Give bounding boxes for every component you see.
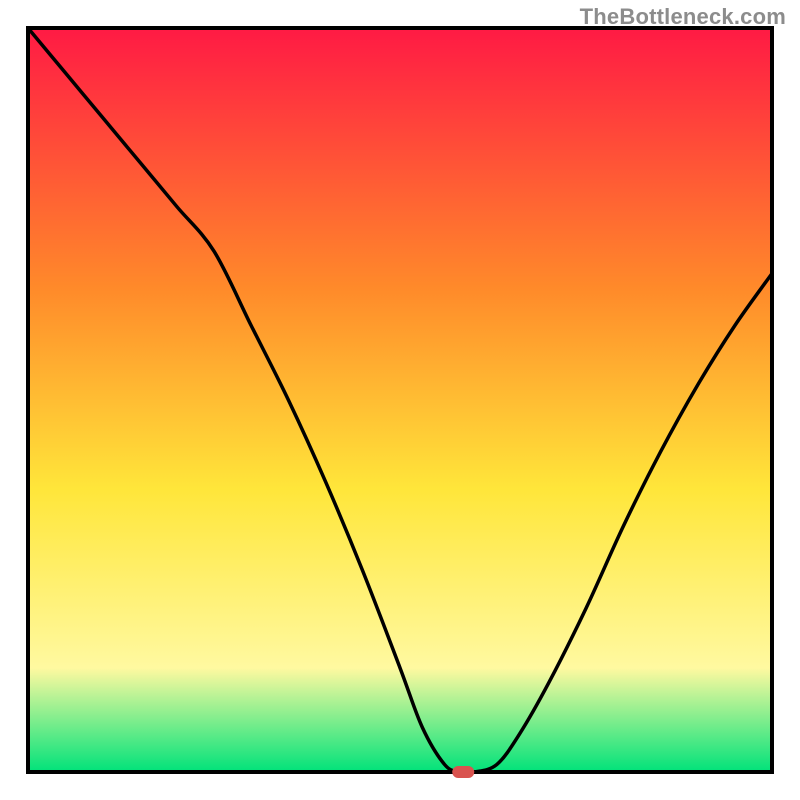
plot-background — [28, 28, 772, 772]
optimal-marker — [452, 766, 474, 778]
chart-container: TheBottleneck.com — [0, 0, 800, 800]
bottleneck-chart — [0, 0, 800, 800]
watermark-label: TheBottleneck.com — [580, 4, 786, 30]
